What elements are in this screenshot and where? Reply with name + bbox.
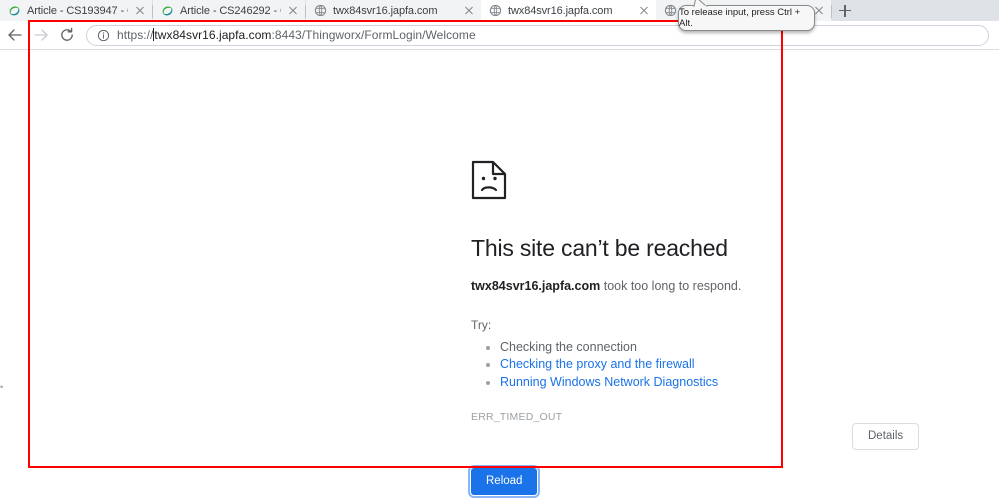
ptc-swirl-icon xyxy=(161,4,174,17)
reload-icon xyxy=(59,27,75,43)
edge-artifact: • xyxy=(0,382,3,392)
close-icon[interactable] xyxy=(132,3,148,19)
error-page-content: This site can’t be reached twx84svr16.ja… xyxy=(471,160,901,495)
url-scheme: https:// xyxy=(117,28,153,42)
address-bar-url[interactable]: https://twx84svr16.japfa.com:8443/Thingw… xyxy=(117,28,476,42)
browser-tab-1-title: Article - CS193947 - Configuring xyxy=(27,5,128,17)
error-subtitle: twx84svr16.japfa.com took too long to re… xyxy=(471,278,901,296)
vm-tooltip-text: To release input, press Ctrl + Alt. xyxy=(679,7,814,29)
arrow-left-icon xyxy=(7,27,23,43)
error-heading: This site can’t be reached xyxy=(471,235,901,262)
sad-page-icon xyxy=(471,160,507,200)
list-item: Checking the connection xyxy=(500,339,901,357)
globe-icon xyxy=(664,4,677,17)
browser-tab-4[interactable]: twx84svr16.japfa.com xyxy=(481,0,656,21)
new-tab-button[interactable] xyxy=(832,0,858,21)
url-path: :8443/Thingworx/FormLogin/Welcome xyxy=(271,28,475,42)
browser-tab-4-title: twx84svr16.japfa.com xyxy=(508,5,632,17)
back-button[interactable] xyxy=(2,22,28,48)
browser-tab-1[interactable]: Article - CS193947 - Configuring xyxy=(0,0,152,21)
browser-toolbar: https://twx84svr16.japfa.com:8443/Thingw… xyxy=(0,21,999,50)
error-code: ERR_TIMED_OUT xyxy=(471,411,901,423)
tooltip-tail-icon xyxy=(693,0,709,7)
list-item[interactable]: Running Windows Network Diagnostics xyxy=(500,374,901,392)
info-circle-icon[interactable] xyxy=(97,29,110,42)
reload-button[interactable] xyxy=(54,22,80,48)
globe-icon xyxy=(314,4,327,17)
error-host: twx84svr16.japfa.com xyxy=(471,279,600,293)
details-button[interactable]: Details xyxy=(852,423,919,450)
reload-page-button[interactable]: Reload xyxy=(471,468,537,495)
suggestion-list: Checking the connection Checking the pro… xyxy=(471,339,901,392)
arrow-right-icon xyxy=(33,27,49,43)
forward-button xyxy=(28,22,54,48)
list-item[interactable]: Checking the proxy and the firewall xyxy=(500,356,901,374)
browser-tab-3[interactable]: twx84svr16.japfa.com xyxy=(306,0,481,21)
browser-tab-strip: Article - CS193947 - Configuring Article… xyxy=(0,0,999,21)
vm-release-input-tooltip: To release input, press Ctrl + Alt. xyxy=(678,5,815,31)
close-icon[interactable] xyxy=(636,3,652,19)
try-label: Try: xyxy=(471,318,901,332)
browser-tab-3-title: twx84svr16.japfa.com xyxy=(333,5,457,17)
close-icon[interactable] xyxy=(461,3,477,19)
page-viewport: This site can’t be reached twx84svr16.ja… xyxy=(0,50,999,502)
url-host: twx84svr16.japfa.com xyxy=(154,28,271,42)
address-bar[interactable]: https://twx84svr16.japfa.com:8443/Thingw… xyxy=(86,25,989,46)
browser-tab-2-title: Article - CS246292 - Configuring xyxy=(180,5,281,17)
globe-icon xyxy=(489,4,502,17)
ptc-swirl-icon xyxy=(8,4,21,17)
error-subtitle-rest: took too long to respond. xyxy=(600,279,741,293)
browser-tab-2[interactable]: Article - CS246292 - Configuring xyxy=(153,0,305,21)
close-icon[interactable] xyxy=(285,3,301,19)
